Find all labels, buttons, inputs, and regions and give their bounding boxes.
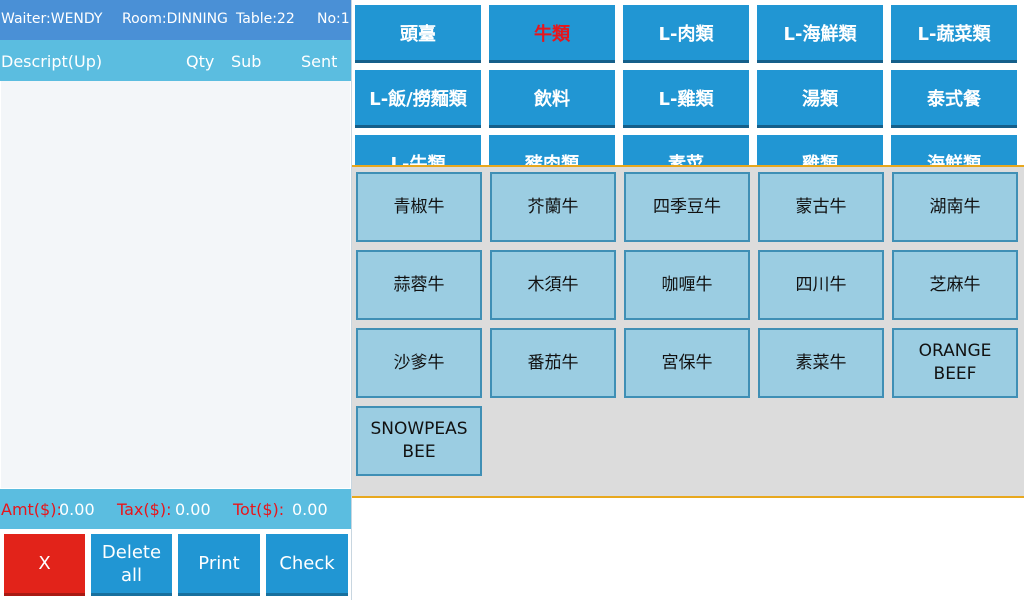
menu-item-label: 蒙古牛 [795, 196, 847, 217]
totals-bar: Amt($): 0.00 Tax($): 0.00 Tot($): 0.00 [0, 489, 351, 529]
menu-item-button[interactable]: 湖南牛 [892, 172, 1018, 242]
delete-all-label-line2: all [120, 564, 143, 586]
menu-item-button[interactable]: 宮保牛 [624, 328, 750, 398]
order-column-header: Descript(Up) Qty Sub Sent [0, 40, 351, 81]
menu-item-button[interactable]: 沙爹牛 [356, 328, 482, 398]
menu-item-button[interactable]: 芝麻牛 [892, 250, 1018, 320]
column-sent: Sent [301, 52, 338, 71]
category-label: 雞類 [802, 153, 838, 166]
category-button[interactable]: 湯類 [757, 70, 883, 128]
menu-item-label: SNOWPEAS BEE [370, 419, 468, 462]
menu-item-label: 蒜蓉牛 [393, 274, 445, 295]
category-button[interactable]: L-海鮮類 [757, 5, 883, 63]
category-label: 海鮮類 [927, 153, 981, 166]
menu-item-label: 湖南牛 [929, 196, 981, 217]
empty-area [352, 498, 1024, 600]
menu-item-label: 素菜牛 [795, 352, 847, 373]
menu-item-label: 芥蘭牛 [527, 196, 579, 217]
menu-item-button[interactable]: ORANGE BEEF [892, 328, 1018, 398]
delete-all-button[interactable]: Delete all [91, 534, 172, 596]
menu-item-button[interactable]: 青椒牛 [356, 172, 482, 242]
menu-item-button[interactable]: 咖喱牛 [624, 250, 750, 320]
menu-item-button[interactable]: SNOWPEAS BEE [356, 406, 482, 476]
print-button-label: Print [198, 553, 240, 574]
category-label: 素菜 [668, 153, 704, 166]
action-bar: X Delete all Print Check [0, 529, 351, 600]
category-label: 豬肉類 [525, 153, 579, 166]
menu-item-label: 咖喱牛 [661, 274, 713, 295]
amount-label: Amt($): [1, 500, 62, 519]
column-sub: Sub [231, 52, 262, 71]
menu-item-label: 沙爹牛 [393, 352, 445, 373]
menu-item-label: 芝麻牛 [929, 274, 981, 295]
column-description[interactable]: Descript(Up) [1, 52, 102, 71]
menu-item-label: 四季豆牛 [653, 196, 721, 217]
menu-item-label: 番茄牛 [527, 352, 579, 373]
check-button[interactable]: Check [266, 534, 348, 596]
category-label: L-海鮮類 [783, 23, 857, 45]
category-button[interactable]: 頭臺 [355, 5, 481, 63]
category-label: L-蔬菜類 [917, 23, 991, 45]
menu-item-button[interactable]: 番茄牛 [490, 328, 616, 398]
category-button[interactable]: L-飯/撈麵類 [355, 70, 481, 128]
category-button[interactable]: 泰式餐 [891, 70, 1017, 128]
category-button[interactable]: 海鮮類 [891, 135, 1017, 165]
category-button[interactable]: L-雞類 [623, 70, 749, 128]
category-button[interactable]: 豬肉類 [489, 135, 615, 165]
cancel-button[interactable]: X [4, 534, 85, 596]
menu-item-button[interactable]: 蒙古牛 [758, 172, 884, 242]
category-grid[interactable]: 頭臺 牛類 L-肉類 L-海鮮類 L-蔬菜類 L-飯/撈麵類 飲料 L-雞類 湯… [352, 0, 1024, 165]
amount-value: 0.00 [59, 500, 95, 519]
order-number-label: No:1 [317, 11, 350, 27]
category-label: L-雞類 [658, 88, 714, 110]
order-panel: Waiter:WENDY Room:DINNING Table:22 No:1 … [0, 0, 352, 600]
menu-item-label: 宮保牛 [661, 352, 713, 373]
category-label: 飲料 [534, 88, 570, 110]
category-button-active[interactable]: 牛類 [489, 5, 615, 63]
category-label: 頭臺 [400, 23, 436, 45]
column-qty: Qty [186, 52, 215, 71]
menu-item-label: 木須牛 [527, 274, 579, 295]
menu-item-button[interactable]: 四季豆牛 [624, 172, 750, 242]
waiter-label: Waiter:WENDY [1, 11, 103, 27]
category-label: L-肉類 [658, 23, 714, 45]
category-label: 牛類 [534, 23, 570, 45]
total-label: Tot($): [233, 500, 285, 519]
category-button[interactable]: 素菜 [623, 135, 749, 165]
menu-items-grid: 青椒牛 芥蘭牛 四季豆牛 蒙古牛 湖南牛 蒜蓉牛 木須牛 咖喱牛 四川牛 芝麻牛… [352, 165, 1024, 498]
menu-item-button[interactable]: 芥蘭牛 [490, 172, 616, 242]
total-value: 0.00 [292, 500, 328, 519]
category-label: L-牛類 [390, 153, 446, 166]
menu-item-button[interactable]: 木須牛 [490, 250, 616, 320]
cancel-button-label: X [38, 553, 51, 574]
tax-label: Tax($): [117, 500, 172, 519]
check-button-label: Check [279, 553, 335, 574]
print-button[interactable]: Print [178, 534, 260, 596]
delete-all-label-line1: Delete [101, 541, 162, 563]
category-button[interactable]: L-牛類 [355, 135, 481, 165]
category-button[interactable]: L-肉類 [623, 5, 749, 63]
menu-item-button[interactable]: 四川牛 [758, 250, 884, 320]
menu-item-label: 四川牛 [795, 274, 847, 295]
order-list[interactable] [1, 81, 350, 488]
category-label: 湯類 [802, 88, 838, 110]
table-label: Table:22 [236, 11, 295, 27]
tax-value: 0.00 [175, 500, 211, 519]
room-label: Room:DINNING [122, 11, 228, 27]
order-header: Waiter:WENDY Room:DINNING Table:22 No:1 [0, 0, 351, 40]
category-button[interactable]: 雞類 [757, 135, 883, 165]
menu-item-label: 青椒牛 [393, 196, 445, 217]
menu-item-label: ORANGE BEEF [918, 341, 992, 384]
menu-item-button[interactable]: 素菜牛 [758, 328, 884, 398]
menu-item-button[interactable]: 蒜蓉牛 [356, 250, 482, 320]
category-label: L-飯/撈麵類 [369, 88, 467, 110]
category-button[interactable]: L-蔬菜類 [891, 5, 1017, 63]
category-button[interactable]: 飲料 [489, 70, 615, 128]
category-label: 泰式餐 [927, 88, 981, 110]
